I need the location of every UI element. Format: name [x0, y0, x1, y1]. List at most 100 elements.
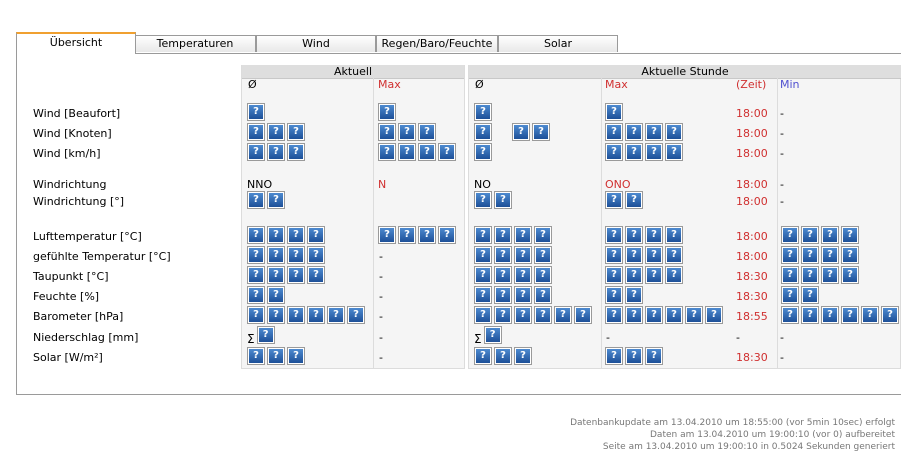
- broken-image-glyph: ?: [607, 145, 621, 159]
- empty-value: -: [780, 127, 784, 140]
- broken-image-icon: ?: [781, 266, 799, 284]
- col-current-max: Max: [378, 78, 401, 91]
- empty-value: -: [379, 351, 383, 364]
- broken-image-icon: ?: [494, 306, 512, 324]
- broken-image-icon: ?: [267, 266, 285, 284]
- time-value: 18:30: [736, 290, 768, 303]
- broken-image-icon: ?: [267, 347, 285, 365]
- broken-image-glyph: ?: [627, 349, 641, 363]
- broken-image-cell: ??: [512, 123, 552, 141]
- broken-image-glyph: ?: [496, 248, 510, 262]
- broken-image-icon: ?: [625, 246, 643, 264]
- broken-image-glyph: ?: [269, 228, 283, 242]
- broken-image-glyph: ?: [647, 349, 661, 363]
- broken-image-icon: ?: [821, 246, 839, 264]
- broken-image-icon: ?: [247, 286, 265, 304]
- divider: [373, 78, 374, 368]
- broken-image-icon: ?: [665, 143, 683, 161]
- broken-image-icon: ?: [625, 143, 643, 161]
- divider: [777, 78, 778, 368]
- broken-image-cell: ???: [605, 347, 665, 365]
- broken-image-icon: ?: [256, 326, 275, 344]
- broken-image-cell: ????: [781, 266, 861, 284]
- broken-image-icon: ?: [287, 123, 305, 141]
- broken-image-glyph: ?: [803, 308, 817, 322]
- empty-value: -: [780, 351, 784, 364]
- broken-image-icon: ?: [267, 143, 285, 161]
- broken-image-glyph: ?: [309, 228, 323, 242]
- tab-regen-baro-feuchte[interactable]: Regen/Baro/Feuchte: [376, 35, 498, 52]
- broken-image-glyph: ?: [607, 125, 621, 139]
- empty-value: -: [379, 331, 383, 344]
- col-hour-time: (Zeit): [736, 78, 767, 91]
- broken-image-glyph: ?: [289, 268, 303, 282]
- broken-image-icon: ?: [781, 306, 799, 324]
- broken-image-icon: ?: [605, 123, 623, 141]
- broken-image-icon: ?: [247, 246, 265, 264]
- empty-value: -: [780, 178, 784, 191]
- broken-image-cell: ??: [605, 286, 645, 304]
- broken-image-icon: ?: [287, 347, 305, 365]
- broken-image-glyph: ?: [380, 125, 394, 139]
- broken-image-icon: ?: [483, 326, 502, 344]
- broken-image-icon: ?: [821, 306, 839, 324]
- broken-image-cell: ??????: [247, 306, 367, 324]
- time-value: -: [736, 331, 740, 344]
- broken-image-glyph: ?: [667, 248, 681, 262]
- broken-image-icon: ?: [247, 306, 265, 324]
- broken-image-icon: ?: [494, 286, 512, 304]
- broken-image-icon: ?: [247, 191, 265, 209]
- broken-image-glyph: ?: [627, 248, 641, 262]
- broken-image-cell: ?: [474, 103, 494, 121]
- broken-image-icon: ?: [665, 123, 683, 141]
- broken-image-glyph: ?: [476, 308, 490, 322]
- broken-image-glyph: ?: [627, 193, 641, 207]
- broken-image-glyph: ?: [269, 308, 283, 322]
- broken-image-glyph: ?: [783, 288, 797, 302]
- broken-image-glyph: ?: [607, 288, 621, 302]
- time-value: 18:00: [736, 250, 768, 263]
- broken-image-icon: ?: [307, 266, 325, 284]
- broken-image-glyph: ?: [607, 308, 621, 322]
- broken-image-cell: ?: [474, 123, 494, 141]
- broken-image-icon: ?: [494, 266, 512, 284]
- broken-image-icon: ?: [247, 143, 265, 161]
- row-label-niederschlag: Niederschlag [mm]: [33, 331, 139, 344]
- broken-image-icon: ?: [881, 306, 899, 324]
- broken-image-glyph: ?: [249, 105, 263, 119]
- tab-solar[interactable]: Solar: [498, 35, 618, 52]
- broken-image-icon: ?: [307, 246, 325, 264]
- broken-image-icon: ?: [534, 306, 552, 324]
- broken-image-icon: ?: [247, 347, 265, 365]
- empty-value: -: [606, 331, 610, 344]
- row-label-feuchte: Feuchte [%]: [33, 290, 100, 303]
- broken-image-icon: ?: [605, 306, 623, 324]
- tab-temperaturen[interactable]: Temperaturen: [134, 35, 256, 52]
- broken-image-icon: ?: [418, 226, 436, 244]
- broken-image-icon: ?: [605, 191, 623, 209]
- tab-wind[interactable]: Wind: [256, 35, 376, 52]
- broken-image-icon: ?: [494, 226, 512, 244]
- broken-image-glyph: ?: [269, 268, 283, 282]
- broken-image-glyph: ?: [269, 349, 283, 363]
- broken-image-icon: ?: [474, 226, 492, 244]
- broken-image-glyph: ?: [476, 349, 490, 363]
- broken-image-icon: ?: [438, 226, 456, 244]
- rain-current-cell: Σ?: [247, 326, 277, 346]
- broken-image-icon: ?: [645, 347, 663, 365]
- broken-image-glyph: ?: [249, 193, 263, 207]
- broken-image-icon: ?: [494, 191, 512, 209]
- broken-image-cell: ?: [247, 103, 267, 121]
- broken-image-cell: ?: [474, 143, 494, 161]
- broken-image-icon: ?: [247, 226, 265, 244]
- tab-uebersicht[interactable]: Übersicht: [16, 32, 136, 54]
- broken-image-cell: ??????: [474, 306, 594, 324]
- broken-image-icon: ?: [645, 143, 663, 161]
- broken-image-icon: ?: [532, 123, 550, 141]
- broken-image-glyph: ?: [516, 268, 530, 282]
- broken-image-cell: ???: [378, 123, 438, 141]
- broken-image-cell: ??: [247, 286, 287, 304]
- broken-image-glyph: ?: [249, 248, 263, 262]
- broken-image-cell: ???: [474, 347, 534, 365]
- broken-image-icon: ?: [514, 246, 532, 264]
